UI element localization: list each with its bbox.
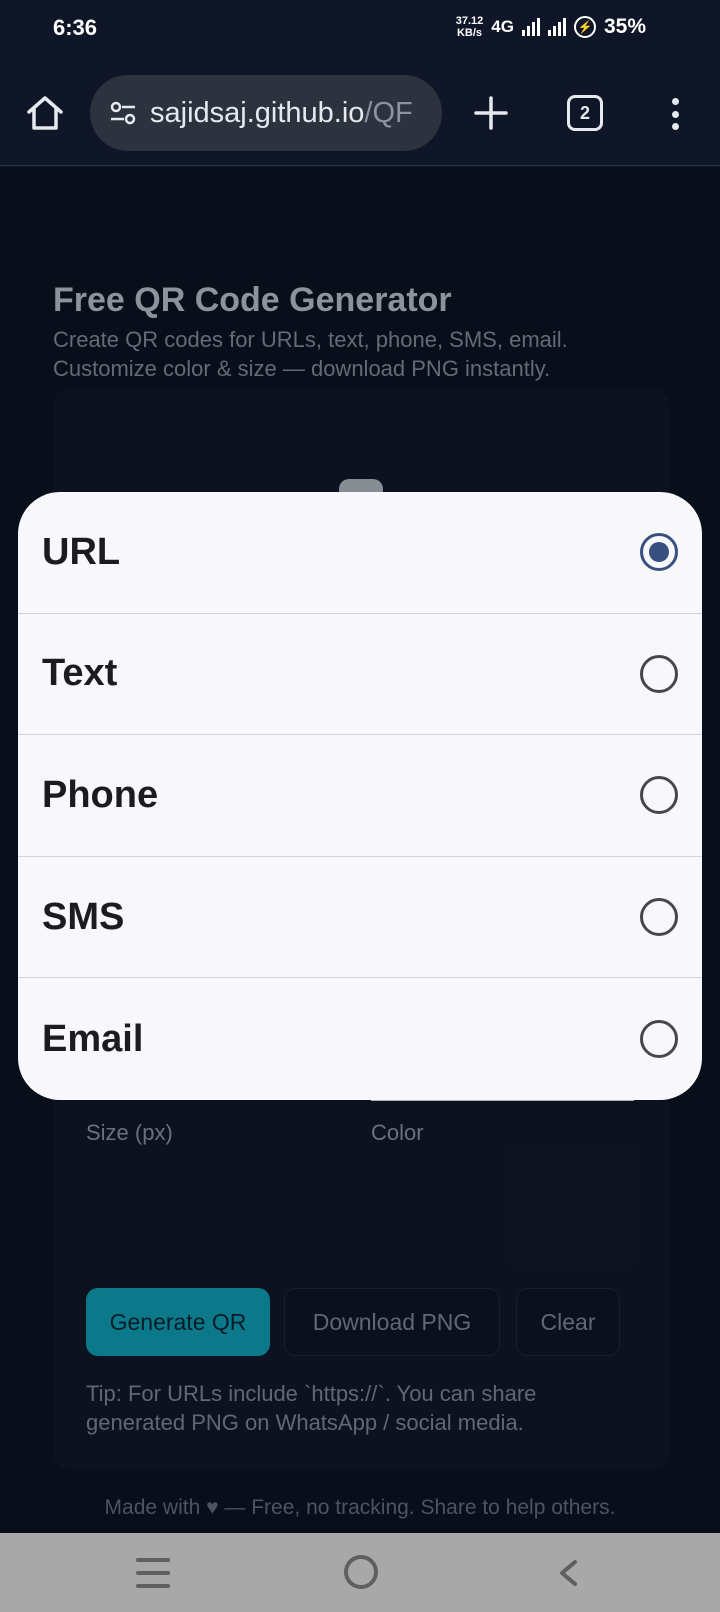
browser-toolbar: sajidsaj.github.io/QF 2 (0, 58, 720, 166)
system-nav-bar (0, 1533, 720, 1612)
radio-unchecked-icon[interactable] (640, 1020, 678, 1059)
home-icon[interactable] (24, 92, 66, 134)
address-bar[interactable]: sajidsaj.github.io/QF (90, 75, 442, 151)
radio-unchecked-icon[interactable] (640, 776, 678, 815)
option-label: Email (42, 1017, 144, 1060)
option-label: Text (42, 652, 118, 695)
plus-icon[interactable] (472, 94, 510, 132)
tabs-icon[interactable]: 2 (567, 95, 603, 131)
recent-apps-icon[interactable] (136, 1558, 170, 1588)
home-circle-icon[interactable] (344, 1555, 378, 1589)
url-text: sajidsaj.github.io/QF (150, 96, 413, 129)
radio-unchecked-icon[interactable] (640, 898, 678, 937)
option-text[interactable]: Text (18, 614, 702, 736)
back-icon[interactable] (556, 1559, 580, 1587)
status-time: 6:36 (53, 15, 98, 40)
more-vert-icon[interactable] (665, 94, 685, 134)
option-label: SMS (42, 895, 125, 938)
signal-icon-2 (547, 18, 566, 36)
option-phone[interactable]: Phone (18, 735, 702, 857)
type-select-dialog: URL Text Phone SMS Email (18, 492, 702, 1100)
radio-unchecked-icon[interactable] (640, 654, 678, 693)
status-icons: 37.12 KB/s 4G ⚡ 35% (456, 15, 646, 39)
network-type: 4G (491, 17, 514, 36)
radio-checked-icon[interactable] (640, 533, 678, 572)
battery-level: 35% (603, 15, 646, 38)
tune-icon[interactable] (108, 98, 138, 128)
network-speed: 37.12 KB/s (455, 15, 484, 39)
option-label: URL (42, 530, 121, 573)
status-bar: 6:36 37.12 KB/s 4G ⚡ 35% (0, 0, 720, 58)
option-sms[interactable]: SMS (18, 857, 702, 979)
option-email[interactable]: Email (18, 978, 702, 1100)
battery-saver-icon: ⚡ (573, 16, 596, 38)
signal-icon (521, 18, 540, 36)
option-url[interactable]: URL (18, 492, 702, 614)
option-label: Phone (42, 773, 159, 816)
